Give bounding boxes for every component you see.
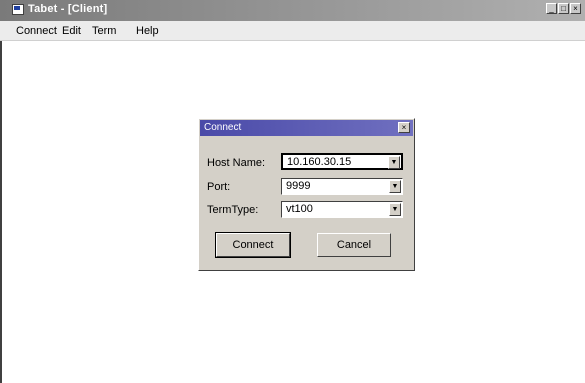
menu-help[interactable]: Help [136, 25, 159, 37]
connect-dialog: Connect × Host Name: 10.160.30.15 ▼ Port… [198, 118, 415, 271]
dialog-close-button[interactable]: × [398, 122, 410, 133]
window-title: Tabet - [Client] [28, 3, 108, 15]
close-button[interactable]: × [570, 3, 581, 14]
port-value: 9999 [286, 180, 311, 192]
host-name-combo[interactable]: 10.160.30.15 ▼ [281, 153, 403, 170]
dialog-title: Connect [204, 122, 242, 133]
host-name-label: Host Name: [207, 157, 266, 169]
menu-bar: Connect Edit Term Help [0, 21, 585, 41]
minimize-button[interactable]: _ [546, 3, 557, 14]
app-icon[interactable] [12, 4, 24, 15]
termtype-combo[interactable]: vt100 ▼ [281, 201, 403, 218]
menu-connect[interactable]: Connect [16, 25, 57, 37]
termtype-label: TermType: [207, 204, 259, 216]
title-buttons: _ □ × [546, 3, 581, 14]
client-left-edge [0, 41, 2, 383]
connect-button[interactable]: Connect [215, 232, 291, 258]
chevron-down-icon[interactable]: ▼ [389, 203, 401, 216]
app-window: Tabet - [Client] _ □ × Connect Edit Term… [0, 0, 585, 383]
menu-term[interactable]: Term [92, 25, 116, 37]
port-label: Port: [207, 181, 231, 193]
chevron-down-icon[interactable]: ▼ [388, 156, 400, 169]
menu-edit[interactable]: Edit [62, 25, 81, 37]
host-name-value: 10.160.30.15 [287, 156, 352, 168]
dialog-title-bar[interactable]: Connect × [200, 120, 413, 136]
chevron-down-icon[interactable]: ▼ [389, 180, 401, 193]
termtype-value: vt100 [286, 203, 313, 215]
cancel-button[interactable]: Cancel [317, 233, 391, 257]
title-bar[interactable]: Tabet - [Client] _ □ × [0, 0, 585, 21]
maximize-button[interactable]: □ [558, 3, 569, 14]
port-combo[interactable]: 9999 ▼ [281, 178, 403, 195]
